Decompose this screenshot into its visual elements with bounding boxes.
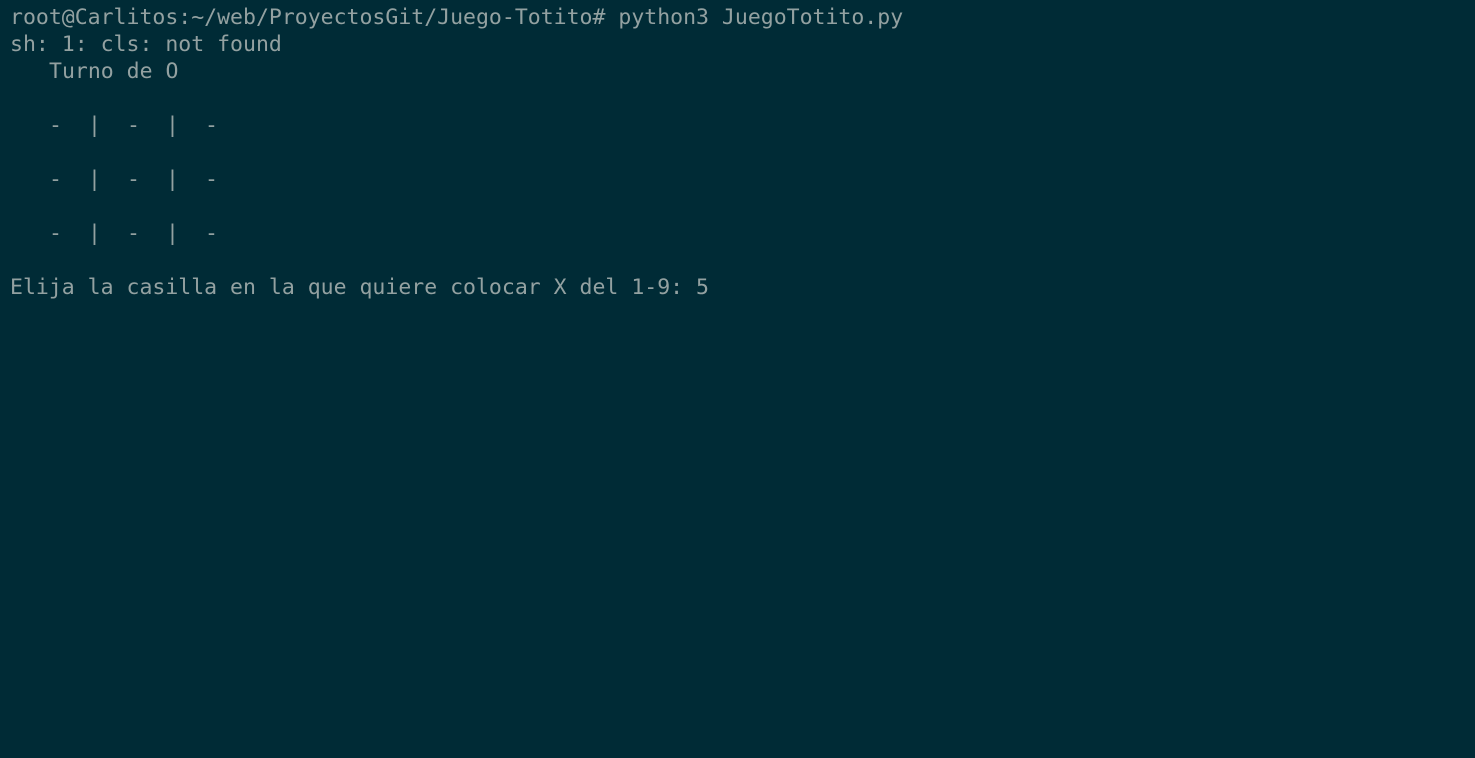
board-cell-1: -	[49, 113, 62, 138]
board-separator: |	[88, 167, 101, 192]
board-cell-5: -	[127, 167, 140, 192]
board-cell-7: -	[49, 221, 62, 246]
board-row-1: - | - | -	[10, 112, 1475, 139]
board-separator: |	[88, 113, 101, 138]
turn-text: Turno de O	[49, 59, 179, 84]
board-cell-3: -	[205, 113, 218, 138]
error-line: sh: 1: cls: not found	[10, 32, 282, 57]
board-cell-2: -	[127, 113, 140, 138]
board-separator: |	[166, 167, 179, 192]
board-separator: |	[88, 221, 101, 246]
turn-line: Turno de O	[10, 58, 1475, 85]
command-line: root@Carlitos:~/web/ProyectosGit/Juego-T…	[10, 5, 904, 30]
input-prompt-text: Elija la casilla en la que quiere coloca…	[10, 275, 697, 300]
terminal-window[interactable]: root@Carlitos:~/web/ProyectosGit/Juego-T…	[0, 0, 1475, 758]
input-prompt-line[interactable]: Elija la casilla en la que quiere coloca…	[10, 274, 1475, 301]
board-cell-4: -	[49, 167, 62, 192]
board-cell-8: -	[127, 221, 140, 246]
board-separator: |	[166, 113, 179, 138]
board-row-2: - | - | -	[10, 166, 1475, 193]
board-separator: |	[166, 221, 179, 246]
board-cell-6: -	[205, 167, 218, 192]
input-value[interactable]: 5	[696, 275, 709, 300]
board-cell-9: -	[205, 221, 218, 246]
board-row-3: - | - | -	[10, 220, 1475, 247]
